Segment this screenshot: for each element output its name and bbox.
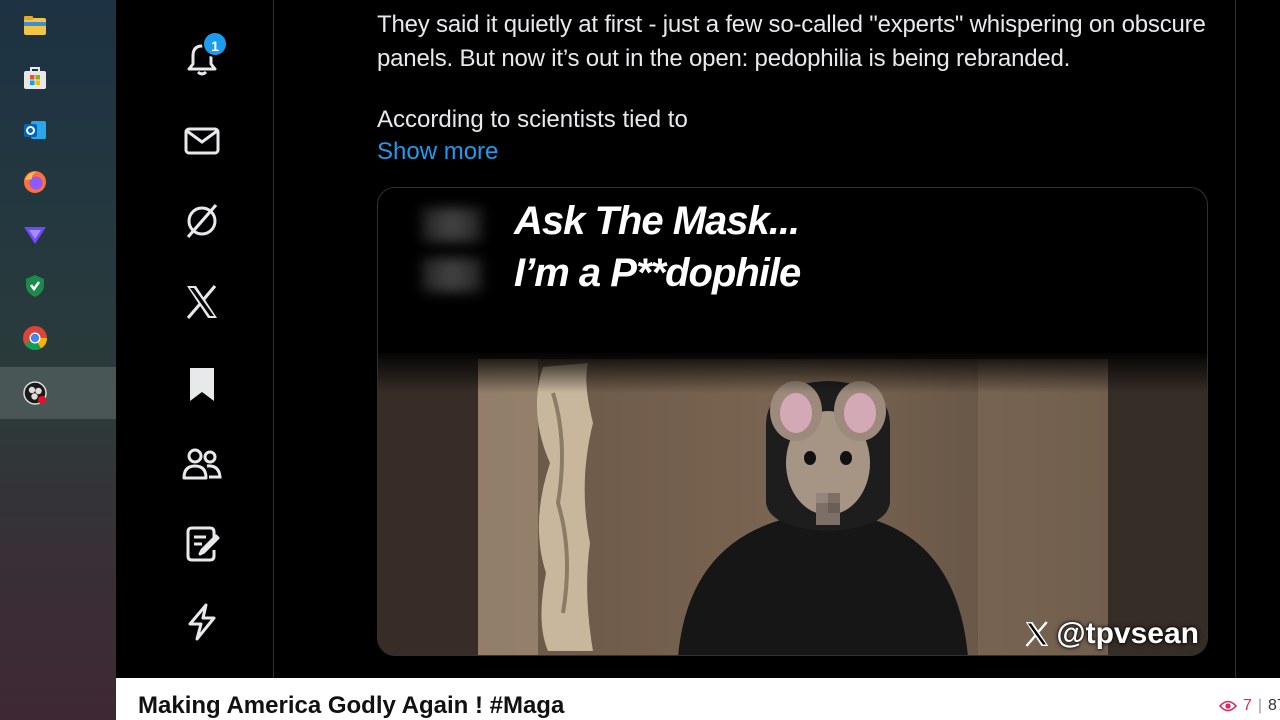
file-explorer-icon xyxy=(24,16,46,35)
taskbar-chrome[interactable] xyxy=(0,312,116,364)
taskbar-firefox[interactable] xyxy=(0,156,116,208)
bookmarks-icon[interactable] xyxy=(182,364,222,404)
video-frame xyxy=(378,353,1207,655)
eye-icon xyxy=(1218,700,1237,712)
show-more-link[interactable]: Show more xyxy=(377,135,498,169)
x-side-navigation xyxy=(116,0,274,678)
post-text-truncated: According to scientists tied to xyxy=(377,106,688,133)
blurred-text xyxy=(422,258,482,292)
lightning-icon[interactable] xyxy=(182,602,222,642)
x-logo-icon[interactable] xyxy=(182,282,222,322)
taskbar-file-explorer[interactable] xyxy=(0,0,116,52)
secondary-count: 87 xyxy=(1268,697,1280,714)
video-title: Making America Godly Again ! #Maga xyxy=(138,692,565,719)
video-caption-line2: I’m a P**dophile xyxy=(514,251,801,295)
taskbar-vpn[interactable] xyxy=(0,208,116,260)
vpn-icon xyxy=(24,227,46,244)
watermark-handle: @tpvsean xyxy=(1056,617,1199,650)
separator: | xyxy=(1257,697,1262,714)
taskbar-security[interactable] xyxy=(0,260,116,312)
grok-icon[interactable] xyxy=(182,201,222,241)
microsoft-store-icon xyxy=(24,67,46,89)
security-shield-icon xyxy=(26,275,44,297)
firefox-icon xyxy=(24,171,46,193)
notifications-badge: 1 xyxy=(202,31,228,57)
taskbar-microsoft-store[interactable] xyxy=(0,52,116,104)
chrome-icon xyxy=(23,326,47,351)
taskbar-outlook[interactable] xyxy=(0,104,116,156)
outlook-icon xyxy=(24,121,46,139)
post-video[interactable]: Ask The Mask... I’m a P**dophile @tpvsea… xyxy=(377,187,1208,656)
view-count: 7 | 87 xyxy=(1218,697,1280,715)
taskbar-obs[interactable] xyxy=(0,367,116,419)
compose-post-icon[interactable] xyxy=(182,524,222,564)
post-text: They said it quietly at first - just a f… xyxy=(377,11,1206,72)
obs-icon xyxy=(23,381,47,405)
x-logo-icon xyxy=(1025,621,1049,647)
windows-taskbar xyxy=(0,0,116,720)
messages-icon[interactable] xyxy=(182,121,222,161)
blurred-text xyxy=(422,208,482,242)
video-info-bar: Making America Godly Again ! #Maga 7 | 8… xyxy=(116,678,1280,720)
post-detail: They said it quietly at first - just a f… xyxy=(274,0,1236,678)
view-count-value: 7 xyxy=(1242,697,1252,714)
video-caption-line1: Ask The Mask... xyxy=(514,199,800,243)
video-watermark: @tpvsean xyxy=(1022,617,1199,651)
communities-icon[interactable] xyxy=(182,444,222,484)
